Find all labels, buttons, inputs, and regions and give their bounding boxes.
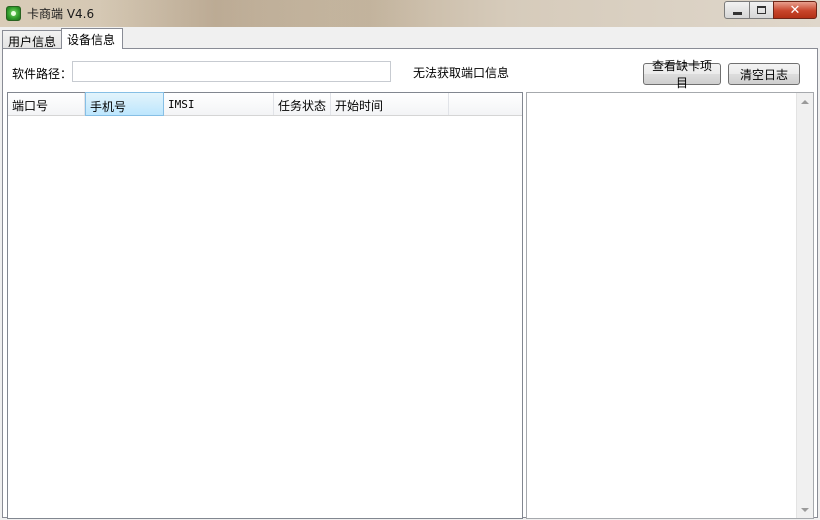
tab-device-info[interactable]: 设备信息 [61,28,123,49]
maximize-button[interactable] [749,1,774,19]
log-textbox[interactable] [526,92,814,519]
title-bar: 卡商端 V4.6 ✕ [0,0,820,27]
column-header-imsi[interactable]: IMSI [164,93,274,115]
window-title: 卡商端 V4.6 [27,7,95,21]
minimize-icon [732,11,742,15]
close-button[interactable]: ✕ [773,1,817,19]
scroll-down-arrow-icon [801,507,809,512]
column-header-port[interactable]: 端口号 [8,93,85,115]
close-icon: ✕ [789,2,801,18]
column-header-filler [449,93,522,115]
minimize-button[interactable] [724,1,750,19]
column-header-start-time[interactable]: 开始时间 [331,93,449,115]
list-header: 端口号 手机号 IMSI 任务状态 开始时间 [8,92,522,116]
tab-user-info[interactable]: 用户信息 [2,30,62,49]
scroll-down-button[interactable] [797,501,813,518]
maximize-icon [757,6,766,14]
port-status-text: 无法获取端口信息 [413,66,510,80]
software-path-input[interactable] [72,61,391,82]
scroll-up-button[interactable] [797,93,813,110]
clear-log-button[interactable]: 清空日志 [728,63,800,85]
column-header-phone[interactable]: 手机号 [85,92,164,116]
scroll-up-arrow-icon [801,99,809,104]
view-missing-cards-button[interactable]: 查看缺卡项目 [643,59,721,90]
column-header-task-status[interactable]: 任务状态 [274,93,331,115]
app-icon [6,6,21,21]
software-path-label: 软件路径： [12,67,73,81]
port-list-view[interactable]: 端口号 手机号 IMSI 任务状态 开始时间 [7,92,523,519]
log-vertical-scrollbar[interactable] [796,93,813,518]
